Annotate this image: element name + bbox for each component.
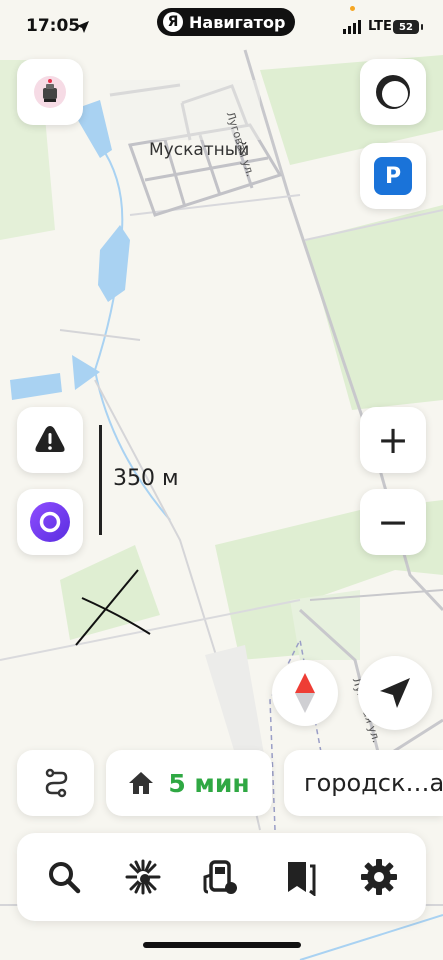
settings-button[interactable] [351, 849, 407, 905]
route-button[interactable] [17, 750, 94, 816]
zoom-out-icon: − [377, 500, 409, 544]
search-button[interactable] [36, 849, 92, 905]
battery-indicator: 52 [393, 20, 419, 34]
alice-voice-assistant-icon [30, 502, 70, 542]
home-indicator [143, 942, 301, 948]
layers-button[interactable] [360, 59, 426, 125]
zoom-out-button[interactable]: − [360, 489, 426, 555]
sparkle-icon [125, 859, 161, 895]
location-services-icon [77, 21, 89, 33]
robot-vacuum-button[interactable] [17, 59, 83, 125]
home-route-button[interactable]: 5 мин [106, 750, 272, 816]
gas-stations-button[interactable] [193, 849, 249, 905]
app-name: Навигатор [189, 12, 286, 32]
warning-icon [35, 426, 65, 452]
bookmarks-icon [288, 862, 316, 896]
cellular-signal-icon [343, 20, 361, 34]
app-pill[interactable]: Я Навигатор [157, 8, 296, 36]
route-icon [45, 768, 67, 798]
network-type: LTE [368, 19, 392, 34]
parking-icon: P [374, 157, 412, 195]
zoom-in-icon: + [377, 418, 409, 462]
eta-time: 5 мин [168, 768, 250, 798]
battery-cap [421, 24, 423, 30]
yandex-logo: Я [163, 12, 183, 32]
gas-station-icon [203, 860, 238, 894]
bookmarks-button[interactable] [272, 849, 328, 905]
circle-layers-icon [376, 75, 410, 109]
zoom-in-button[interactable]: + [360, 407, 426, 473]
destination-label: городск…а [304, 769, 443, 797]
settings-icon [360, 859, 397, 895]
compass-button[interactable] [272, 660, 338, 726]
home-icon [129, 772, 154, 794]
discovery-button[interactable] [115, 849, 171, 905]
parking-button[interactable]: P [360, 143, 426, 209]
privacy-indicator [350, 6, 355, 11]
status-bar: 17:05 Я Навигатор LTE 52 [0, 0, 443, 48]
compass-icon [295, 673, 315, 713]
status-time: 17:05 [26, 16, 81, 36]
scale-bar [99, 425, 102, 535]
location-arrow-icon [380, 678, 410, 708]
alice-button[interactable] [17, 489, 83, 555]
bottom-toolbar [17, 833, 426, 921]
destination-button[interactable]: городск…а [284, 750, 443, 816]
my-location-button[interactable] [358, 656, 432, 730]
report-incident-button[interactable] [17, 407, 83, 473]
robot-vacuum-icon [34, 76, 66, 108]
search-icon [49, 862, 81, 894]
scale-label: 350 м [113, 466, 179, 491]
